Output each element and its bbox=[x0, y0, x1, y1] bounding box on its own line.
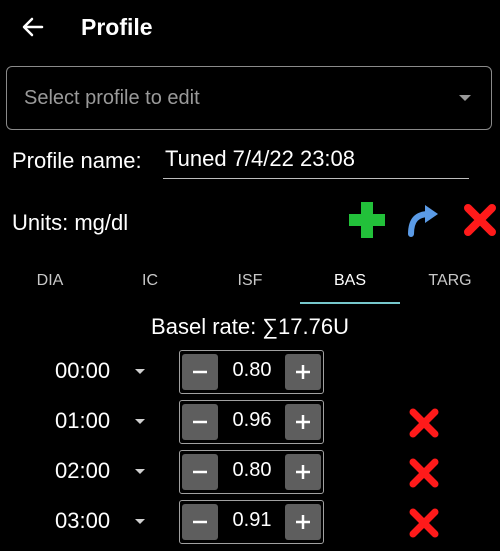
tab-targ[interactable]: TARG bbox=[400, 258, 500, 304]
profile-select-placeholder: Select profile to edit bbox=[24, 86, 200, 109]
chevron-down-icon[interactable] bbox=[135, 469, 145, 474]
tab-bar: DIA IC ISF BAS TARG bbox=[0, 258, 500, 304]
increment-button[interactable] bbox=[285, 504, 321, 540]
basal-row: 00:00 0.80 bbox=[0, 350, 500, 396]
decrement-button[interactable] bbox=[182, 354, 218, 390]
plus-icon bbox=[349, 202, 385, 238]
close-icon bbox=[409, 508, 439, 538]
value-stepper: 0.80 bbox=[179, 450, 324, 494]
remove-row-button[interactable] bbox=[406, 405, 442, 441]
chevron-down-icon[interactable] bbox=[135, 519, 145, 524]
time-select[interactable]: 02:00 bbox=[55, 458, 110, 484]
redo-icon bbox=[408, 205, 438, 237]
increment-button[interactable] bbox=[285, 454, 321, 490]
value-input[interactable]: 0.80 bbox=[222, 459, 282, 482]
remove-row-button[interactable] bbox=[406, 455, 442, 491]
value-stepper: 0.80 bbox=[179, 350, 324, 394]
tab-bas[interactable]: BAS bbox=[300, 258, 400, 304]
profile-name-label: Profile name: bbox=[12, 148, 142, 173]
basal-row: 01:00 0.96 bbox=[0, 400, 500, 446]
minus-icon bbox=[193, 370, 207, 374]
delete-profile-button[interactable] bbox=[460, 200, 500, 240]
decrement-button[interactable] bbox=[182, 504, 218, 540]
close-icon bbox=[409, 408, 439, 438]
chevron-down-icon[interactable] bbox=[135, 419, 145, 424]
remove-row-button[interactable] bbox=[406, 505, 442, 541]
decrement-button[interactable] bbox=[182, 454, 218, 490]
chevron-down-icon[interactable] bbox=[135, 369, 145, 374]
chevron-down-icon bbox=[459, 95, 471, 101]
profile-select[interactable]: Select profile to edit bbox=[6, 66, 492, 130]
time-select[interactable]: 03:00 bbox=[55, 508, 110, 534]
tab-isf[interactable]: ISF bbox=[200, 258, 300, 304]
value-stepper: 0.96 bbox=[179, 400, 324, 444]
plus-icon bbox=[296, 515, 310, 529]
profile-name-field[interactable] bbox=[163, 140, 469, 179]
redo-button[interactable] bbox=[403, 200, 443, 240]
minus-icon bbox=[193, 470, 207, 474]
close-icon bbox=[464, 204, 496, 236]
value-input[interactable]: 0.80 bbox=[222, 359, 282, 382]
back-button[interactable] bbox=[18, 12, 48, 42]
tab-ic[interactable]: IC bbox=[100, 258, 200, 304]
increment-button[interactable] bbox=[285, 404, 321, 440]
plus-icon bbox=[296, 365, 310, 379]
basal-row: 02:00 0.80 bbox=[0, 450, 500, 496]
minus-icon bbox=[193, 520, 207, 524]
basal-rate-total: Basel rate: ∑17.76U bbox=[151, 314, 349, 339]
units-label: Units: mg/dl bbox=[12, 210, 129, 235]
tab-dia[interactable]: DIA bbox=[0, 258, 100, 304]
minus-icon bbox=[193, 420, 207, 424]
value-input[interactable]: 0.91 bbox=[222, 509, 282, 532]
time-select[interactable]: 01:00 bbox=[55, 408, 110, 434]
value-input[interactable]: 0.96 bbox=[222, 409, 282, 432]
page-title: Profile bbox=[81, 14, 153, 40]
basal-row: 03:00 0.91 bbox=[0, 500, 500, 546]
add-profile-button[interactable] bbox=[345, 198, 389, 242]
increment-button[interactable] bbox=[285, 354, 321, 390]
plus-icon bbox=[296, 465, 310, 479]
arrow-left-icon bbox=[22, 17, 44, 37]
close-icon bbox=[409, 458, 439, 488]
plus-icon bbox=[296, 415, 310, 429]
time-select[interactable]: 00:00 bbox=[55, 358, 110, 384]
value-stepper: 0.91 bbox=[179, 500, 324, 544]
decrement-button[interactable] bbox=[182, 404, 218, 440]
